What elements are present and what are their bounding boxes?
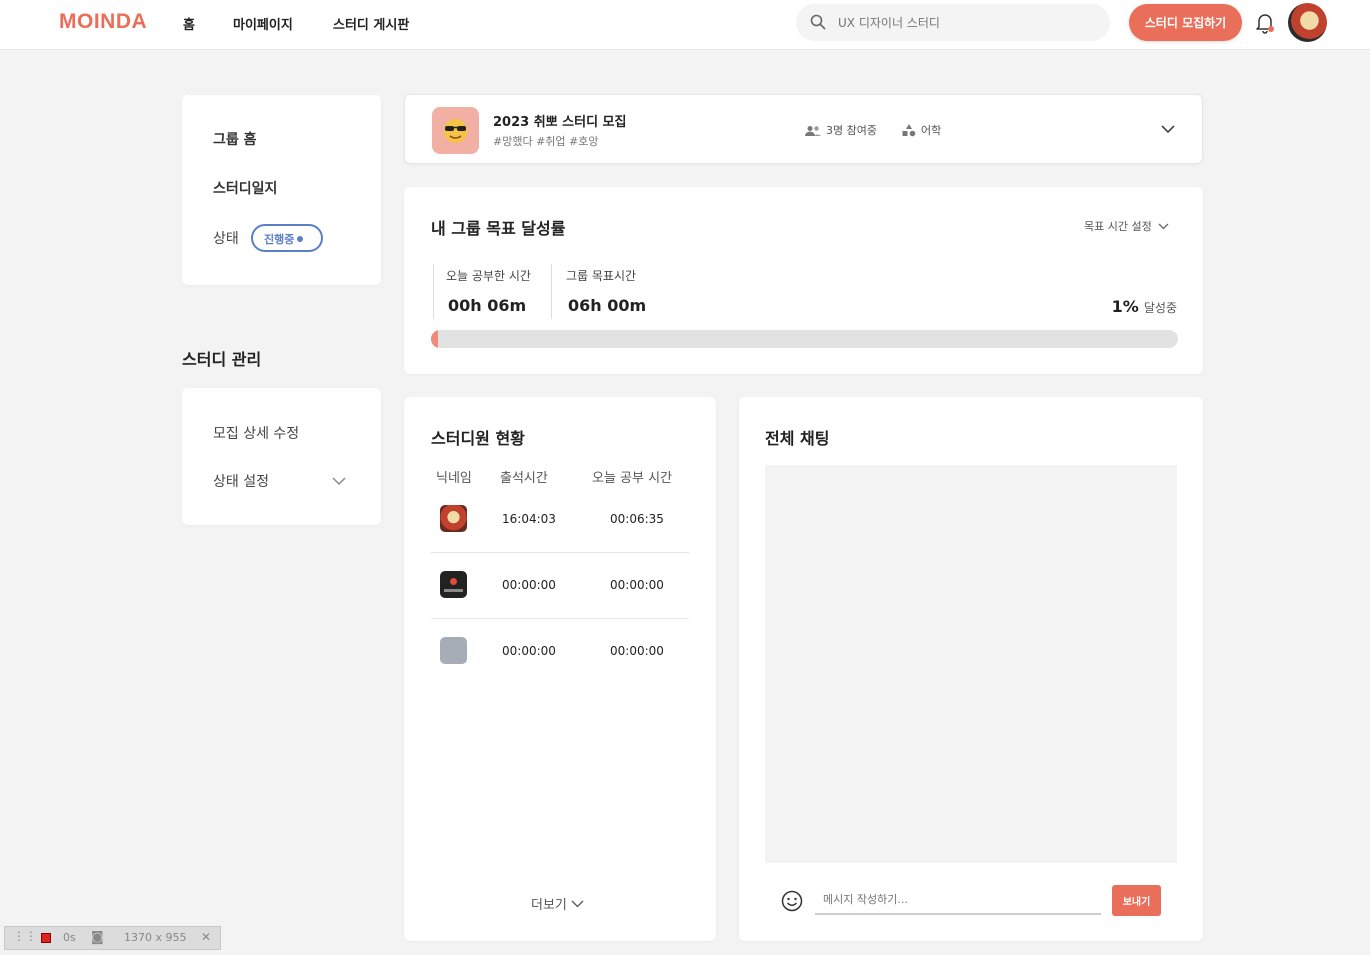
send-button[interactable]: 보내기 — [1112, 885, 1161, 916]
chat-messages-area[interactable] — [765, 465, 1177, 863]
study-info-card: 2023 취뽀 스터디 모집 #망했다 #취업 #호앙 3명 참여중 어학 — [404, 94, 1203, 164]
table-row[interactable]: 16:04:03 00:06:35 — [431, 487, 689, 553]
today-study-time: 00:00:00 — [610, 644, 664, 658]
participants-info: 3명 참여중 — [805, 122, 877, 138]
study-manage-card: 모집 상세 수정 상태 설정 — [182, 388, 381, 525]
search-icon — [810, 14, 826, 30]
today-study-time: 00:00:00 — [610, 578, 664, 592]
nav-study-board[interactable]: 스터디 게시판 — [333, 14, 409, 33]
record-icon[interactable] — [41, 933, 51, 943]
nav-home[interactable]: 홈 — [183, 14, 195, 33]
study-manage-title: 스터디 관리 — [182, 350, 262, 369]
column-today-study: 오늘 공부 시간 — [592, 471, 673, 486]
today-study-time: 00:06:35 — [610, 512, 664, 526]
sidebar-item-study-log[interactable]: 스터디일지 — [213, 178, 277, 198]
group-target-label: 그룹 목표시간 — [566, 269, 637, 283]
search-bar[interactable] — [796, 4, 1110, 41]
category-info: 어학 — [902, 122, 941, 138]
more-label: 더보기 — [531, 898, 567, 913]
avatar — [440, 505, 467, 532]
record-time: 0s — [63, 931, 76, 944]
status-dot-icon — [297, 236, 304, 242]
search-input[interactable] — [838, 12, 1088, 34]
viewport-size: 1370 x 955 — [124, 931, 187, 944]
today-study-value: 00h 06m — [448, 296, 527, 315]
goal-time-setting[interactable]: 목표 시간 설정 — [1084, 218, 1169, 234]
goal-title: 내 그룹 목표 달성률 — [431, 219, 566, 238]
bell-icon[interactable] — [1255, 12, 1275, 34]
goal-progress-bar — [431, 330, 1178, 348]
status-badge-text: 진행중 — [264, 233, 295, 246]
goal-card: 내 그룹 목표 달성률 목표 시간 설정 오늘 공부한 시간 00h 06m 그… — [404, 187, 1203, 374]
logo[interactable]: MOINDA — [59, 10, 147, 34]
study-tags: #망했다 #취업 #호앙 — [493, 135, 599, 148]
smile-icon[interactable] — [781, 890, 803, 912]
column-attendance: 출석시간 — [500, 471, 548, 486]
group-target-value: 06h 00m — [568, 296, 647, 315]
chat-message-input[interactable] — [815, 885, 1101, 915]
more-button[interactable]: 더보기 — [531, 894, 584, 913]
chat-card: 전체 채팅 보내기 — [739, 397, 1203, 941]
chevron-down-icon[interactable] — [1161, 125, 1175, 134]
avatar — [440, 637, 467, 664]
divider — [433, 264, 434, 319]
members-title: 스터디원 현황 — [431, 429, 525, 448]
category-label: 어학 — [921, 124, 942, 137]
members-card: 스터디원 현황 닉네임 출석시간 오늘 공부 시간 16:04:03 00:06… — [404, 397, 716, 941]
attendance-time: 00:00:00 — [502, 578, 556, 592]
chevron-down-icon — [571, 900, 584, 908]
devtools-bar: ⋮⋮ 0s ◙ 1370 x 955 ✕ — [4, 926, 221, 950]
sidebar-item-group-home[interactable]: 그룹 홈 — [213, 129, 257, 149]
sunglasses-emoji-icon — [443, 119, 468, 143]
chevron-down-icon — [1158, 223, 1169, 230]
participants-count: 3명 참여중 — [826, 124, 877, 137]
table-row[interactable]: 00:00:00 00:00:00 — [431, 553, 689, 619]
sidebar-status-label: 상태 — [213, 231, 239, 247]
users-icon — [805, 126, 821, 136]
sidebar-card: 그룹 홈 스터디일지 상태 진행중 — [182, 95, 381, 285]
camera-icon[interactable]: ◙ — [91, 930, 104, 945]
study-title: 2023 취뽀 스터디 모집 — [493, 115, 627, 130]
attendance-time: 00:00:00 — [502, 644, 556, 658]
chat-title: 전체 채팅 — [765, 429, 830, 448]
avatar[interactable] — [1288, 3, 1327, 42]
recruit-study-button[interactable]: 스터디 모집하기 — [1129, 4, 1242, 41]
status-badge: 진행중 — [251, 224, 323, 252]
goal-setting-label: 목표 시간 설정 — [1084, 220, 1152, 233]
avatar — [440, 571, 467, 598]
top-header: MOINDA 홈 마이페이지 스터디 게시판 스터디 모집하기 — [0, 0, 1370, 50]
chevron-down-icon[interactable] — [332, 477, 346, 486]
close-icon[interactable]: ✕ — [201, 930, 211, 944]
shapes-icon — [902, 124, 916, 137]
edit-recruit-detail[interactable]: 모집 상세 수정 — [213, 423, 299, 443]
divider — [551, 264, 552, 319]
goal-progress-fill — [431, 330, 439, 348]
study-thumbnail — [432, 107, 479, 154]
today-study-label: 오늘 공부한 시간 — [446, 269, 531, 283]
goal-percent-suffix: 달성중 — [1143, 301, 1177, 315]
status-setting[interactable]: 상태 설정 — [213, 471, 269, 491]
column-nickname: 닉네임 — [436, 471, 472, 486]
nav-mypage[interactable]: 마이페이지 — [233, 14, 293, 33]
drag-handle-icon[interactable]: ⋮⋮ — [13, 929, 37, 943]
goal-percent: 1% 달성중 — [1112, 297, 1177, 316]
goal-percent-value: 1% — [1111, 297, 1139, 316]
attendance-time: 16:04:03 — [502, 512, 556, 526]
table-row[interactable]: 00:00:00 00:00:00 — [431, 619, 689, 685]
